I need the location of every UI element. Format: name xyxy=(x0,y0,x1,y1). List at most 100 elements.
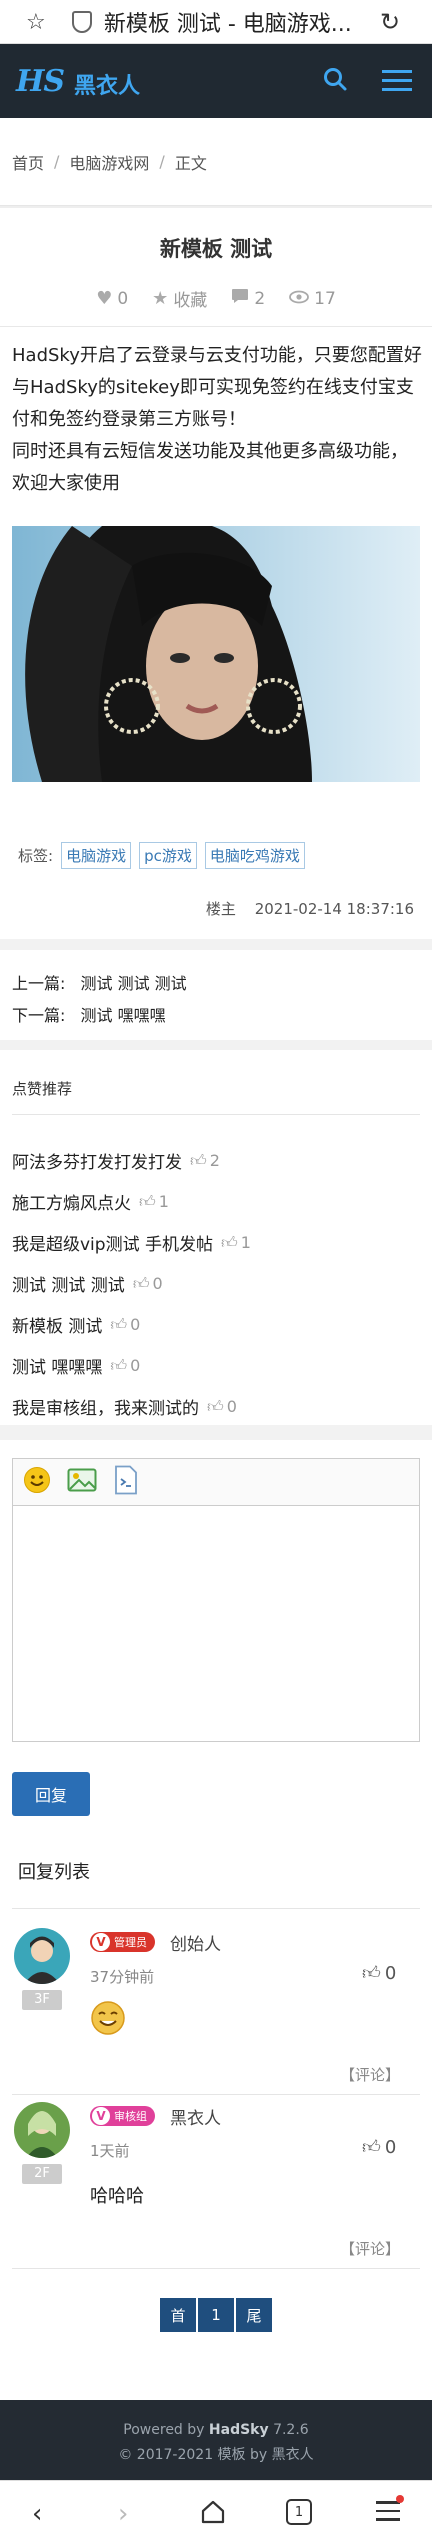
role-badge: V 管理员 xyxy=(90,1932,155,1952)
menu-icon[interactable] xyxy=(382,70,412,92)
powered-by-link[interactable]: HadSky xyxy=(209,2422,269,2438)
tag[interactable]: 电脑游戏 xyxy=(61,842,132,869)
thumbs-up-icon: 👍︎ xyxy=(362,2137,381,2158)
page-title: 新模板 测试 - 电脑游戏... xyxy=(103,12,352,37)
comment-icon xyxy=(231,288,249,309)
reply-button[interactable]: 回复 xyxy=(12,1772,90,1816)
address-bar[interactable]: 新模板 测试 - 电脑游戏... xyxy=(72,6,362,38)
page-last[interactable]: 尾 xyxy=(236,2298,272,2332)
search-icon[interactable] xyxy=(322,66,348,96)
shield-icon xyxy=(72,11,92,33)
liked-post[interactable]: 施工方煽风点火 👍︎ 1 xyxy=(12,1189,169,1215)
comment-item: 3F V 管理员 创始人 37分钟前 👍︎ 0 【评论】 xyxy=(0,1928,432,2104)
liked-post[interactable]: 阿法多芬打发打发打发 👍︎ 2 xyxy=(12,1148,220,1174)
comment-content: 哈哈哈 xyxy=(90,2186,144,2207)
liked-post-title[interactable]: 阿法多芬打发打发打发 xyxy=(12,1148,182,1173)
logo-mark[interactable]: HS xyxy=(16,64,65,99)
prev-post-link[interactable]: 测试 测试 测试 xyxy=(81,974,187,993)
breadcrumb: 首页 / 电脑游戏网 / 正文 xyxy=(0,118,432,206)
browser-navbar: ‹ › 1 xyxy=(0,2480,432,2543)
like-count: 👍︎ 2 xyxy=(190,1150,220,1171)
tag[interactable]: 电脑吃鸡游戏 xyxy=(204,842,305,869)
favorite-stat[interactable]: ★ 收藏 xyxy=(152,286,207,311)
comment-like[interactable]: 👍︎ 0 xyxy=(362,2136,396,2159)
article-body: HadSky开启了云登录与云支付功能，只要您配置好与HadSky的sitekey… xyxy=(12,340,422,500)
star-icon[interactable]: ☆ xyxy=(26,10,46,35)
heart-icon: ♥ xyxy=(96,288,113,309)
comment-item: 2F V 审核组 黑衣人 1天前 👍︎ 0 哈哈哈 【评论】 xyxy=(0,2102,432,2278)
like-count: 👍︎ 1 xyxy=(139,1191,169,1212)
star-icon: ★ xyxy=(152,288,169,309)
like-count: 👍︎ 0 xyxy=(132,1273,163,1294)
liked-post-title[interactable]: 施工方煽风点火 xyxy=(12,1189,131,1214)
comment-stat: 2 xyxy=(231,288,265,309)
author-label: 楼主 xyxy=(205,900,236,918)
copyright: © 2017-2021 模板 by 黑衣人 xyxy=(118,2447,314,2463)
like-count: 👍︎ 0 xyxy=(110,1314,141,1335)
liked-post[interactable]: 我是超级vip测试 手机发帖 👍︎ 1 xyxy=(12,1230,251,1256)
browser-bar: ☆ 新模板 测试 - 电脑游戏... ↻ xyxy=(0,0,432,44)
liked-post[interactable]: 测试 嘿嘿嘿 👍︎ 0 xyxy=(12,1353,141,1379)
thumbs-up-icon: 👍︎ xyxy=(190,1150,207,1170)
liked-post[interactable]: 我是审核组，我来测试的 👍︎ 0 xyxy=(12,1394,237,1420)
tags-label: 标签: xyxy=(18,847,54,865)
page-number[interactable]: 1 xyxy=(198,2298,234,2332)
liked-post-title[interactable]: 我是超级vip测试 手机发帖 xyxy=(12,1230,213,1255)
forward-icon[interactable]: › xyxy=(118,2499,128,2529)
liked-post[interactable]: 新模板 测试 👍︎ 0 xyxy=(12,1312,141,1338)
post-date: 2021-02-14 18:37:16 xyxy=(254,900,414,918)
back-icon[interactable]: ‹ xyxy=(32,2499,42,2529)
like-count: 👍︎ 0 xyxy=(110,1355,141,1376)
section-title: 回复列表 xyxy=(18,1862,90,1883)
floor-number: 2F xyxy=(22,2164,62,2184)
comment-author[interactable]: 创始人 xyxy=(170,1930,221,1955)
thumbs-up-icon: 👍︎ xyxy=(362,1963,381,1984)
logo-name[interactable]: 黑衣人 xyxy=(74,68,140,100)
article-title: 新模板 测试 xyxy=(159,237,273,261)
floor-number: 3F xyxy=(22,1990,62,2010)
comment-reply-link[interactable]: 【评论】 xyxy=(340,2064,400,2085)
reply-textarea[interactable] xyxy=(12,1506,420,1742)
eye-icon xyxy=(289,288,310,309)
image-icon[interactable] xyxy=(67,1467,97,1497)
powered-by: Powered by HadSky 7.2.6 xyxy=(123,2422,309,2438)
comment-list: 回复列表 3F V 管理员 创始人 37分钟前 👍︎ 0 【评论】 2F V 审核组 … xyxy=(0,1840,432,2400)
liked-post-title[interactable]: 测试 测试 测试 xyxy=(12,1271,125,1296)
next-post-link[interactable]: 测试 嘿嘿嘿 xyxy=(81,1006,166,1025)
comment-time: 1天前 xyxy=(90,2142,130,2160)
reload-icon[interactable]: ↻ xyxy=(380,8,400,36)
tag-list: 标签: 电脑游戏 pc游戏 电脑吃鸡游戏 xyxy=(18,842,305,869)
breadcrumb-category[interactable]: 电脑游戏网 xyxy=(69,150,149,174)
avatar[interactable] xyxy=(14,1928,70,1984)
liked-post-title[interactable]: 测试 嘿嘿嘿 xyxy=(12,1353,102,1378)
code-icon[interactable] xyxy=(113,1465,139,1499)
smile-emoji-icon xyxy=(90,2000,126,2040)
comment-like[interactable]: 👍︎ 0 xyxy=(362,1962,396,1985)
article-card: 新模板 测试 ♥ 0 ★ 收藏 2 17 HadSky开启了云登录与云支付功能，只要… xyxy=(0,206,432,939)
prev-next-nav: 上一篇: 测试 测试 测试 下一篇: 测试 嘿嘿嘿 xyxy=(0,950,432,1040)
thumbs-up-icon: 👍︎ xyxy=(139,1191,156,1211)
article-paragraph: 同时还具有云短信发送功能及其他更多高级功能，欢迎大家使用 xyxy=(12,441,408,494)
avatar[interactable] xyxy=(14,2102,70,2158)
liked-post[interactable]: 测试 测试 测试 👍︎ 0 xyxy=(12,1271,163,1297)
home-icon[interactable] xyxy=(200,2499,226,2529)
comment-reply-link[interactable]: 【评论】 xyxy=(340,2238,400,2259)
comment-author[interactable]: 黑衣人 xyxy=(170,2104,221,2129)
like-count: 👍︎ 0 xyxy=(207,1396,237,1417)
thumbs-up-icon: 👍︎ xyxy=(220,1232,238,1252)
site-footer: Powered by HadSky 7.2.6 © 2017-2021 模板 b… xyxy=(0,2400,432,2480)
emoji-icon[interactable] xyxy=(23,1466,51,1498)
tabs-icon[interactable]: 1 xyxy=(286,2499,312,2525)
thumbs-up-icon: 👍︎ xyxy=(110,1314,128,1334)
liked-post-title[interactable]: 我是审核组，我来测试的 xyxy=(12,1394,199,1419)
tag[interactable]: pc游戏 xyxy=(139,842,197,869)
article-image xyxy=(12,526,420,782)
liked-post-title[interactable]: 新模板 测试 xyxy=(12,1312,102,1337)
menu-icon[interactable] xyxy=(376,2495,404,2521)
section-title: 点赞推荐 xyxy=(12,1080,73,1098)
view-stat: 17 xyxy=(289,288,336,309)
like-stat[interactable]: ♥ 0 xyxy=(96,288,128,309)
article-author: 楼主 2021-02-14 18:37:16 xyxy=(192,898,414,919)
page-first[interactable]: 首 xyxy=(160,2298,196,2332)
breadcrumb-home[interactable]: 首页 xyxy=(12,150,44,174)
